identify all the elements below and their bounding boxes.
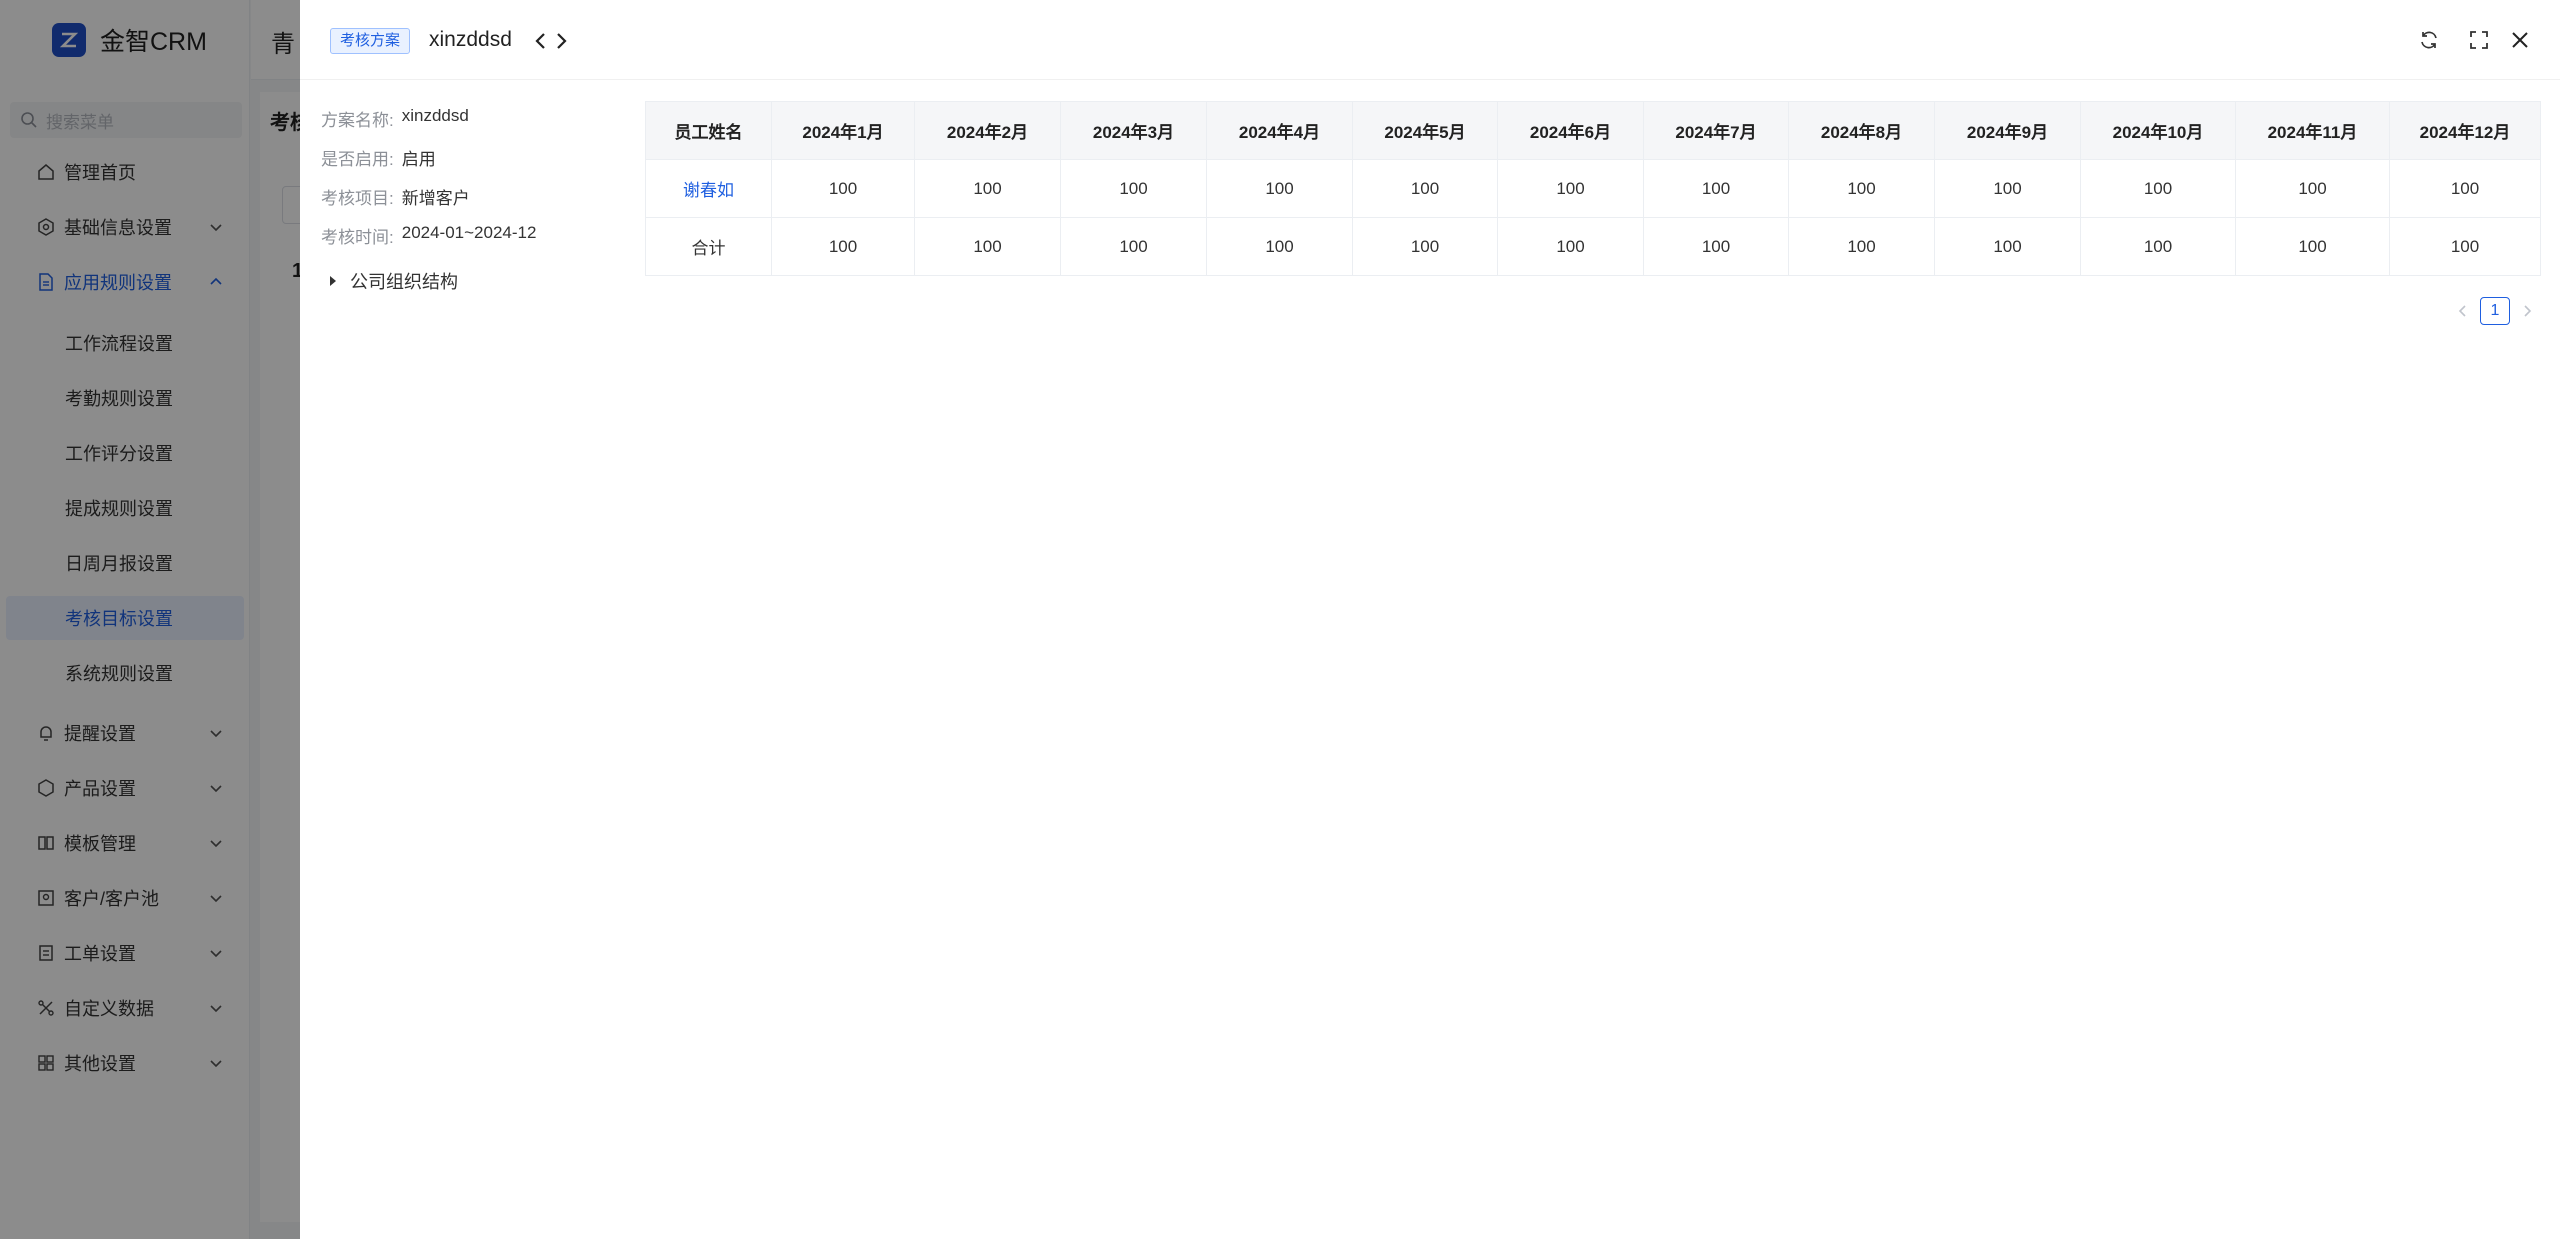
pagination: 1 — [2452, 297, 2538, 325]
prev-page-icon[interactable] — [2452, 300, 2474, 322]
table-cell: 100 — [2080, 217, 2236, 276]
info-assessment-period: 考核时间: 2024-01~2024-12 — [321, 223, 536, 248]
info-label: 方案名称: — [321, 111, 394, 130]
info-assessment-item: 考核项目: 新增客户 — [321, 184, 470, 209]
table-cell: 100 — [914, 217, 1061, 276]
table-cell: 100 — [1934, 217, 2081, 276]
org-tree-root[interactable]: 公司组织结构 — [330, 268, 458, 294]
page-number[interactable]: 1 — [2480, 297, 2510, 325]
column-header: 2024年10月 — [2080, 101, 2236, 160]
info-scheme-name: 方案名称: xinzddsd — [321, 106, 469, 131]
chevron-left-icon[interactable] — [532, 27, 550, 55]
table-cell: 100 — [1497, 159, 1644, 218]
column-header: 2024年8月 — [1788, 101, 1935, 160]
table-cell: 100 — [1060, 217, 1207, 276]
table-cell: 100 — [1788, 159, 1935, 218]
table-cell: 100 — [914, 159, 1061, 218]
table-row-total: 合计 100 100 100 100 100 100 100 100 100 1… — [645, 217, 2541, 276]
column-header: 2024年5月 — [1352, 101, 1498, 160]
scheme-tag: 考核方案 — [330, 28, 411, 54]
table-cell: 100 — [1352, 217, 1498, 276]
chevron-right-icon[interactable] — [552, 27, 570, 55]
info-value: 启用 — [401, 150, 436, 169]
table-cell: 100 — [2389, 159, 2541, 218]
column-header: 2024年4月 — [1206, 101, 1353, 160]
table-cell: 100 — [1206, 159, 1353, 218]
fullscreen-icon[interactable] — [2465, 26, 2493, 54]
info-value: 新增客户 — [401, 189, 470, 208]
employee-name-link[interactable]: 谢春如 — [645, 159, 772, 218]
column-header: 2024年2月 — [914, 101, 1061, 160]
close-icon[interactable] — [2506, 26, 2534, 54]
table-cell: 100 — [771, 159, 915, 218]
table-header-row: 员工姓名 2024年1月 2024年2月 2024年3月 2024年4月 202… — [645, 101, 2541, 160]
drawer-header: 考核方案 xinzddsd — [300, 0, 2560, 80]
info-value: xinzddsd — [401, 106, 469, 125]
refresh-icon[interactable] — [2415, 26, 2443, 54]
table-cell: 100 — [1060, 159, 1207, 218]
next-page-icon[interactable] — [2516, 300, 2538, 322]
table-cell: 100 — [1206, 217, 1353, 276]
column-header: 2024年7月 — [1643, 101, 1789, 160]
table-cell: 100 — [2235, 159, 2390, 218]
column-header: 2024年6月 — [1497, 101, 1644, 160]
drawer-title: xinzddsd — [429, 28, 512, 51]
table-cell: 100 — [1643, 159, 1789, 218]
table-cell: 100 — [1497, 217, 1644, 276]
table-cell: 100 — [771, 217, 915, 276]
table-cell: 100 — [1643, 217, 1789, 276]
caret-right-icon[interactable] — [330, 276, 336, 286]
info-enabled: 是否启用: 启用 — [321, 145, 436, 170]
column-header: 2024年1月 — [771, 101, 915, 160]
column-header: 2024年3月 — [1060, 101, 1207, 160]
table-cell: 100 — [2080, 159, 2236, 218]
table-cell: 100 — [1352, 159, 1498, 218]
detail-drawer: 考核方案 xinzddsd 方案名称: xinzddsd 是否启用: 启用 考核… — [300, 0, 2560, 1239]
total-label: 合计 — [645, 217, 772, 276]
table-cell: 100 — [2235, 217, 2390, 276]
column-header: 2024年11月 — [2235, 101, 2390, 160]
tree-node-label: 公司组织结构 — [350, 272, 458, 292]
info-label: 考核项目: — [321, 189, 394, 208]
column-header: 2024年9月 — [1934, 101, 2081, 160]
column-header: 员工姓名 — [645, 101, 772, 160]
info-label: 考核时间: — [321, 228, 394, 247]
column-header: 2024年12月 — [2389, 101, 2541, 160]
table-cell: 100 — [2389, 217, 2541, 276]
target-table: 员工姓名 2024年1月 2024年2月 2024年3月 2024年4月 202… — [645, 101, 2541, 276]
table-cell: 100 — [1934, 159, 2081, 218]
info-label: 是否启用: — [321, 150, 394, 169]
info-value: 2024-01~2024-12 — [401, 223, 537, 242]
table-row: 谢春如 100 100 100 100 100 100 100 100 100 … — [645, 159, 2541, 218]
table-cell: 100 — [1788, 217, 1935, 276]
